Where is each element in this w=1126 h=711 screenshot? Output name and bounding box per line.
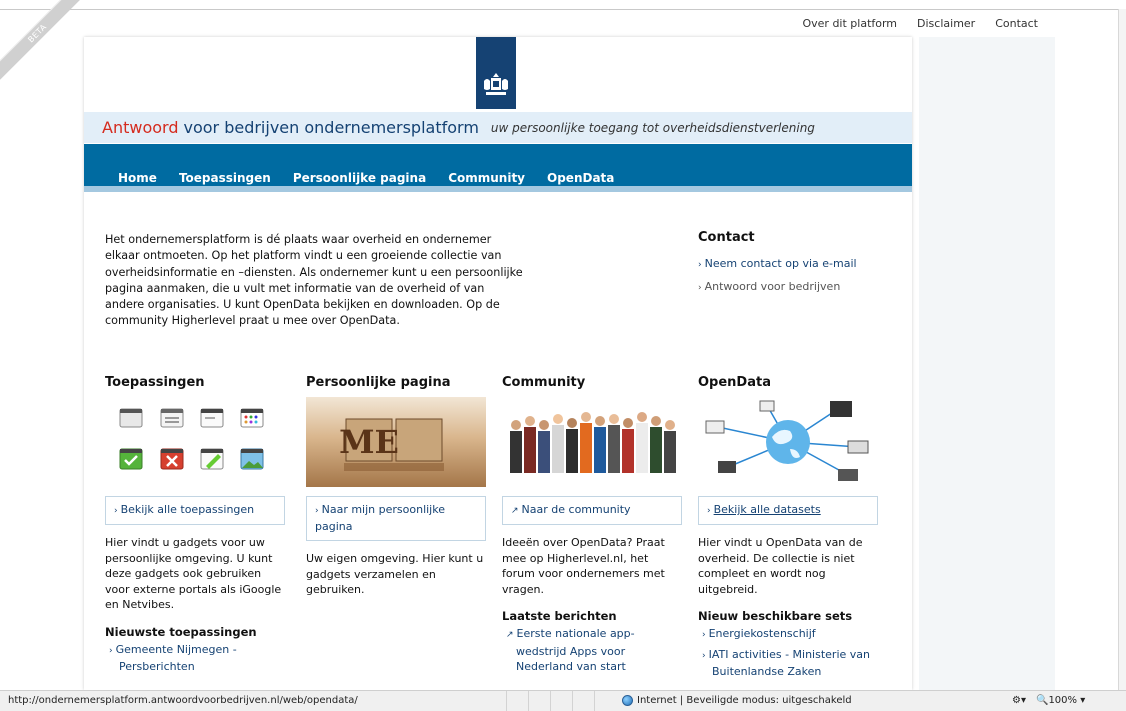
column-community: Community ↗ Naar de community Ideeën ove… — [502, 375, 682, 675]
globe-network — [705, 400, 869, 481]
zone-text: Internet | Beveiligde modus: uitgeschake… — [637, 695, 852, 706]
tagline-bar: Antwoord voor bedrijven ondernemersplatf… — [84, 112, 912, 143]
column-opendata: OpenData › Bekijk alle datasets Hier vin… — [698, 375, 878, 680]
list-item[interactable]: › Energiekostenschijf — [698, 626, 878, 644]
link-disclaimer[interactable]: Disclaimer — [917, 17, 975, 30]
close-icon — [160, 448, 184, 470]
status-right-controls: ⚙▾ 🔍100% ▾ — [1012, 695, 1085, 706]
edit-icon — [200, 448, 224, 470]
gadget-icons — [119, 408, 264, 470]
top-links: Over dit platform Disclaimer Contact — [802, 17, 1038, 30]
globe-icon — [622, 695, 633, 706]
external-link-icon: ↗ — [511, 506, 519, 516]
contact-email-link[interactable]: › Neem contact op via e-mail — [698, 253, 898, 276]
protected-mode-icon[interactable]: ⚙▾ — [1012, 695, 1026, 706]
column-description: Ideeën over OpenData? Praat mee op Highe… — [502, 536, 665, 596]
chevron-right-icon: › — [698, 283, 702, 293]
column-toepassingen: Toepassingen › Bekijk alle toepassingen H… — [105, 375, 285, 675]
window-icon — [119, 408, 143, 428]
persoonlijke-pagina-button[interactable]: › Naar mijn persoonlijke pagina — [306, 496, 486, 541]
chevron-right-icon: › — [114, 506, 118, 516]
column-title: Toepassingen — [105, 375, 205, 390]
sub-title: Nieuwste toepassingen — [105, 624, 257, 639]
list-item[interactable]: ↗ Eerste nationale app-wedstrijd Apps voo… — [502, 626, 682, 675]
sub-title: Nieuw beschikbare sets — [698, 609, 853, 623]
beta-ribbon: BETA — [0, 0, 84, 80]
bekijk-toepassingen-button[interactable]: › Bekijk alle toepassingen — [105, 496, 285, 525]
brand-subtitle: voor bedrijven ondernemersplatform — [183, 118, 479, 137]
wooden-blocks: ME — [339, 418, 444, 471]
main-page: Antwoord voor bedrijven ondernemersplatf… — [84, 37, 912, 690]
check-icon — [119, 448, 143, 470]
block-letters: ME — [339, 423, 399, 461]
naar-community-button[interactable]: ↗ Naar de community — [502, 496, 682, 525]
brand-name: Antwoord — [102, 118, 179, 137]
slogan: uw persoonlijke toegang tot overheidsdie… — [490, 120, 815, 135]
contact-antwoord-link[interactable]: › Antwoord voor bedrijven — [698, 276, 898, 299]
document-icon — [200, 408, 224, 428]
sub-title: Laatste berichten — [502, 609, 617, 623]
image-icon — [240, 448, 264, 470]
gadget-icons-image — [105, 397, 285, 487]
zoom-control[interactable]: 🔍100% ▾ — [1036, 695, 1085, 706]
chevron-right-icon: › — [109, 645, 113, 656]
column-title: Persoonlijke pagina — [306, 375, 451, 390]
column-persoonlijke-pagina: Persoonlijke pagina ME › Naar mijn persoo… — [306, 375, 486, 598]
coat-of-arms-icon — [484, 73, 508, 95]
nav-opendata[interactable]: OpenData — [547, 171, 614, 185]
browser-status-bar: http://ondernemersplatform.antwoordvoorb… — [0, 690, 1126, 711]
column-description: Hier vindt u OpenData van de overheid. D… — [698, 536, 863, 596]
intro-text: Het ondernemersplatform is dé plaats waa… — [105, 233, 523, 328]
column-title: Community — [502, 375, 586, 390]
bekijk-datasets-button[interactable]: › Bekijk alle datasets — [698, 496, 878, 525]
list-window-icon — [160, 408, 184, 428]
column-description: Hier vindt u gadgets voor uw persoonlijk… — [105, 536, 282, 611]
status-cells — [506, 691, 616, 711]
nav-toepassingen[interactable]: Toepassingen — [179, 171, 271, 185]
external-link-icon: ↗ — [506, 630, 514, 640]
zoom-icon: 🔍 — [1035, 695, 1049, 706]
chevron-right-icon: › — [698, 260, 702, 270]
crowd-figures — [510, 412, 676, 473]
calendar-icon — [240, 408, 264, 428]
nav-community[interactable]: Community — [448, 171, 525, 185]
community-people-image — [502, 397, 682, 487]
status-url: http://ondernemersplatform.antwoordvoorb… — [8, 695, 358, 706]
contact-title: Contact — [698, 230, 755, 245]
chevron-right-icon: › — [702, 650, 706, 661]
list-item[interactable]: › IATI activities - Ministerie van Buiten… — [698, 647, 878, 680]
top-divider — [0, 9, 1126, 10]
nav-home[interactable]: Home — [118, 171, 157, 185]
government-logo — [476, 37, 516, 109]
main-navigation: Home Toepassingen Persoonlijke pagina Co… — [84, 144, 912, 192]
chevron-right-icon: › — [707, 506, 711, 516]
nav-persoonlijke-pagina[interactable]: Persoonlijke pagina — [293, 171, 426, 185]
vertical-scrollbar[interactable] — [1118, 9, 1126, 690]
me-blocks-image: ME — [306, 397, 486, 487]
security-zone[interactable]: Internet | Beveiligde modus: uitgeschake… — [622, 695, 852, 706]
column-description: Uw eigen omgeving. Hier kunt u gadgets v… — [306, 552, 484, 596]
chevron-right-icon: › — [702, 630, 706, 640]
chevron-right-icon: › — [315, 506, 319, 516]
network-globe-image — [698, 397, 878, 487]
contact-block: Contact › Neem contact op via e-mail › Ant… — [698, 230, 898, 299]
browser-viewport: BETA Over dit platform Disclaimer Contac… — [0, 0, 1126, 690]
column-title: OpenData — [698, 375, 771, 390]
link-over-dit-platform[interactable]: Over dit platform — [802, 17, 897, 30]
right-side-panel — [919, 37, 1055, 690]
list-item[interactable]: › Gemeente Nijmegen - Persberichten — [105, 642, 285, 675]
link-contact[interactable]: Contact — [995, 17, 1038, 30]
